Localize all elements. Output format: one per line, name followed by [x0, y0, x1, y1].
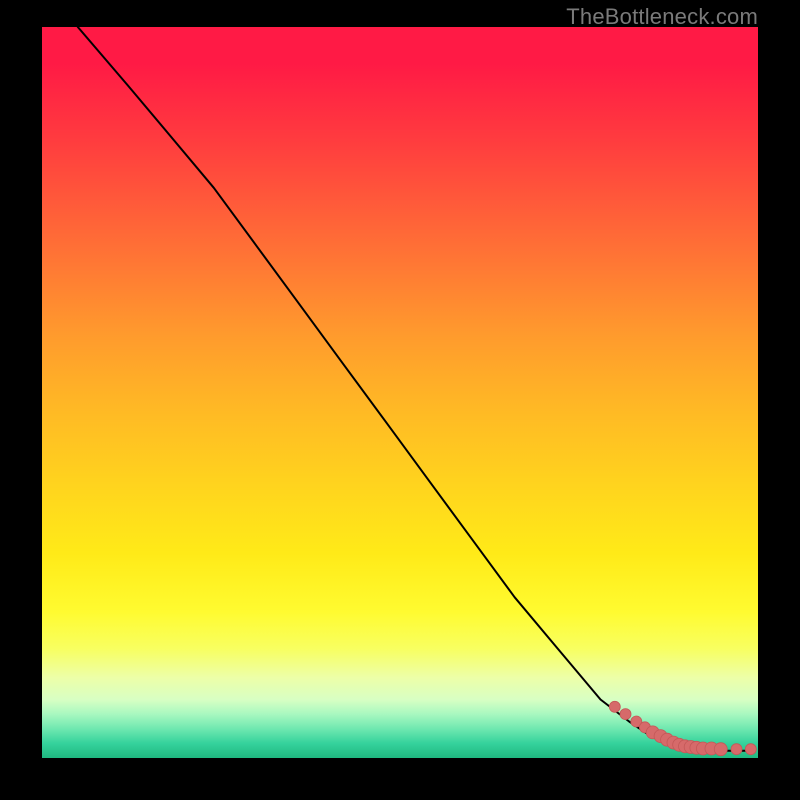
- chart-svg: [42, 27, 758, 758]
- marker-dot: [620, 709, 631, 720]
- marker-dot: [609, 701, 620, 712]
- bottleneck-curve: [78, 27, 751, 751]
- watermark-text: TheBottleneck.com: [566, 4, 758, 30]
- marker-dot: [731, 744, 742, 755]
- bottom-cluster-markers: [609, 701, 756, 755]
- chart-frame: TheBottleneck.com: [0, 0, 800, 800]
- plot-area: [42, 27, 758, 758]
- marker-dot: [745, 744, 756, 755]
- marker-dot: [714, 743, 727, 756]
